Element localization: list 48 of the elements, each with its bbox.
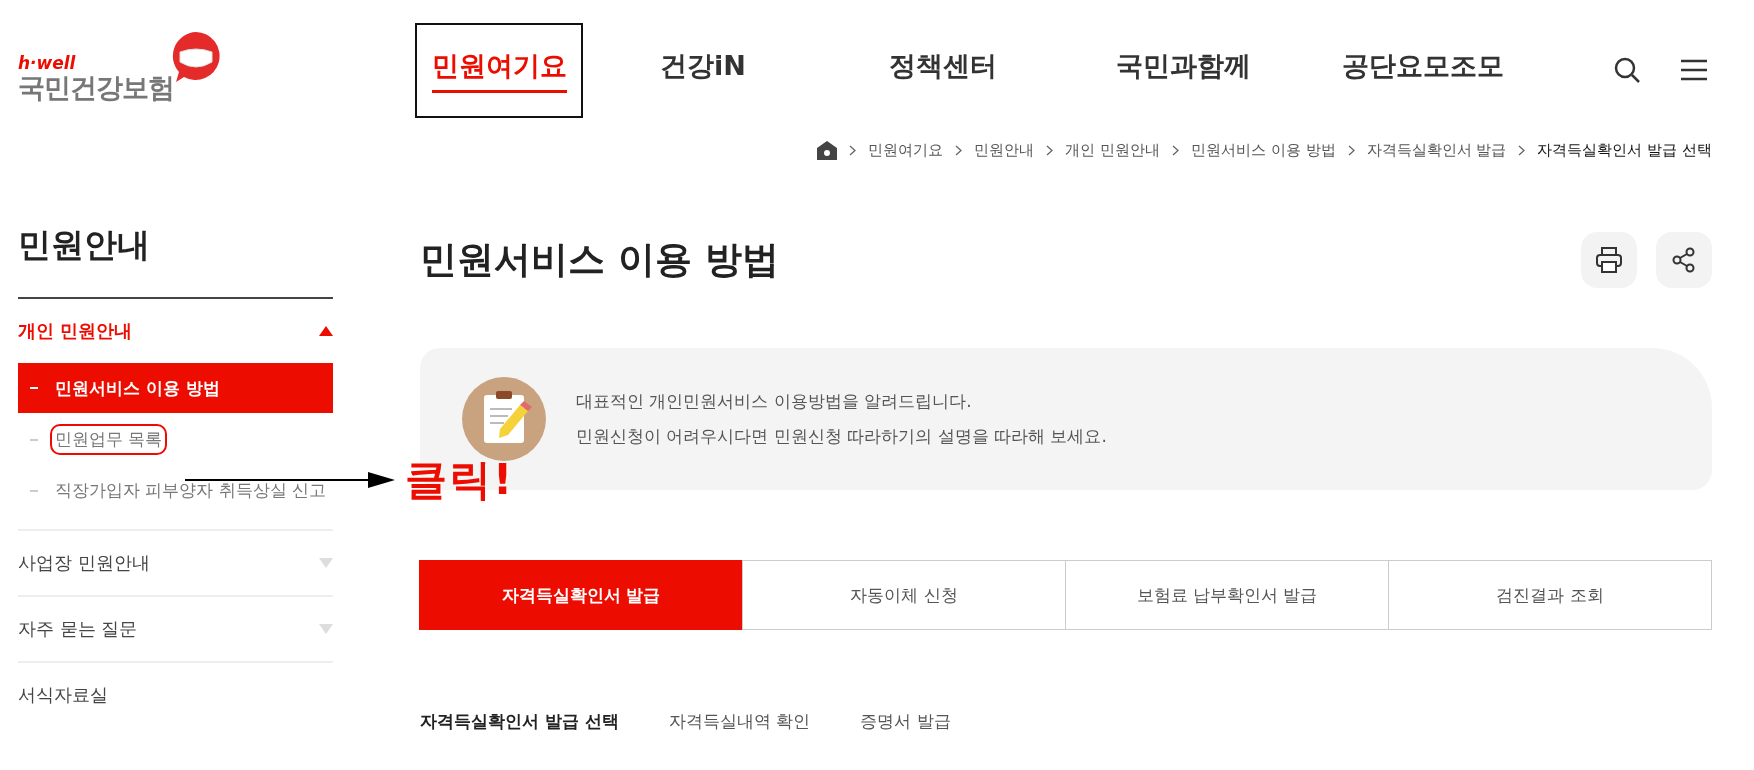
- logo-icon: [170, 30, 222, 84]
- chevron-icon: [1518, 144, 1526, 156]
- breadcrumb-link[interactable]: 민원안내: [974, 140, 1035, 160]
- content-tab[interactable]: 보험료 납부확인서 발급: [1065, 560, 1389, 630]
- sidebar-item[interactable]: 민원서비스 이용 방법: [18, 363, 333, 413]
- logo-tagline: h·well: [18, 54, 77, 72]
- collapse-icon[interactable]: [319, 326, 333, 336]
- sidebar-title: 민원안내: [18, 220, 333, 299]
- sidebar-group[interactable]: 자주 묻는 질문: [18, 597, 333, 661]
- breadcrumb-link[interactable]: 자격득실확인서 발급: [1366, 140, 1507, 160]
- nav-tab[interactable]: 건강iN: [583, 22, 823, 118]
- intro-text: 대표적인 개인민원서비스 이용방법을 알려드립니다.: [576, 390, 973, 413]
- logo-name[interactable]: 국민건강보험: [18, 72, 174, 104]
- chevron-icon: [1347, 144, 1355, 156]
- breadcrumb-link[interactable]: 민원서비스 이용 방법: [1191, 140, 1336, 160]
- sub-tab[interactable]: 자격득실확인서 발급 선택: [420, 710, 619, 733]
- chevron-icon: [955, 144, 963, 156]
- printer-icon: [1595, 247, 1623, 273]
- intro-text: 민원신청이 어려우시다면 민원신청 따라하기의 설명을 따라해 보세요.: [576, 425, 1107, 448]
- nav-tab[interactable]: 공단요모조모: [1303, 22, 1543, 118]
- print-button[interactable]: [1581, 232, 1637, 288]
- sidebar-group[interactable]: 서식자료실: [18, 663, 333, 727]
- sub-tab[interactable]: 자격득실내역 확인: [668, 710, 811, 733]
- breadcrumb-link[interactable]: 자격득실확인서 발급 선택: [1537, 140, 1712, 160]
- share-icon: [1672, 247, 1696, 273]
- chevron-icon: [849, 144, 857, 156]
- sidebar-group[interactable]: 사업장 민원안내: [18, 531, 333, 595]
- search-icon[interactable]: [1613, 56, 1641, 84]
- nav-tab[interactable]: 민원여기요: [415, 22, 583, 118]
- chevron-icon: [1172, 144, 1180, 156]
- home-icon[interactable]: [817, 140, 838, 160]
- content-tab[interactable]: 자동이체 신청: [742, 560, 1066, 630]
- breadcrumb-link[interactable]: 민원여기요: [868, 140, 944, 160]
- click-annotation: 클릭!: [405, 454, 515, 506]
- sidebar-item[interactable]: 민원업무 목록: [18, 415, 333, 464]
- clipboard-pencil-icon: [462, 377, 546, 461]
- chevron-icon: [1046, 144, 1054, 156]
- sidebar-item[interactable]: 직장가입자 피부양자 취득상실 신고: [18, 466, 333, 515]
- nav-tab[interactable]: 정책센터: [823, 22, 1063, 118]
- nav-tab[interactable]: 국민과함께: [1063, 22, 1303, 118]
- sidebar-group[interactable]: 개인 민원안내: [18, 299, 333, 363]
- share-button[interactable]: [1656, 232, 1712, 288]
- menu-icon[interactable]: [1681, 59, 1707, 81]
- sub-tab[interactable]: 증명서 발급: [860, 710, 951, 733]
- content-tab[interactable]: 검진결과 조회: [1388, 560, 1712, 630]
- page-title: 민원서비스 이용 방법: [420, 237, 779, 283]
- breadcrumb-link[interactable]: 개인 민원안내: [1065, 140, 1161, 160]
- content-tab[interactable]: 자격득실확인서 발급: [419, 560, 743, 630]
